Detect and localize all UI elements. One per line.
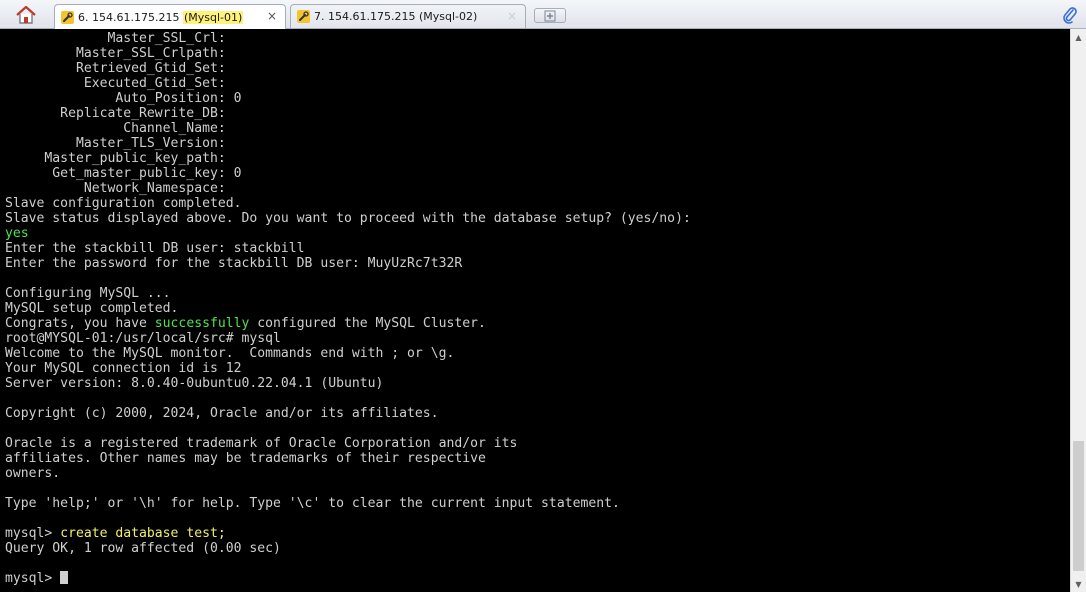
terminal-line: Configuring MySQL ... <box>5 286 171 301</box>
tab-session-label: (Mysql-01) <box>182 10 244 24</box>
shell-prompt-line: root@MYSQL-01:/usr/local/src# mysql <box>5 331 281 346</box>
terminal-line: Your MySQL connection id is 12 <box>5 361 242 376</box>
terminal-line: Server version: 8.0.40-0ubuntu0.22.04.1 … <box>5 376 384 391</box>
terminal-line: Copyright (c) 2000, 2024, Oracle and/or … <box>5 406 439 421</box>
home-button[interactable] <box>6 3 46 27</box>
terminal-line: Type 'help;' or '\h' for help. Type '\c'… <box>5 496 620 511</box>
terminal-line: owners. <box>5 466 61 481</box>
user-input-yes: yes <box>5 226 29 241</box>
tab-title: 7. 154.61.175.215 (Mysql-02) <box>314 10 478 23</box>
tab-bar: 6. 154.61.175.215 (Mysql-01) × 7. 154.61… <box>0 0 1086 29</box>
mysql-prompt: mysql> <box>5 571 61 586</box>
congrats-suffix: configured the MySQL Cluster. <box>249 316 486 331</box>
terminal-line: Auto_Position: 0 <box>5 91 242 106</box>
terminal-line: Enter the password for the stackbill DB … <box>5 256 463 271</box>
new-tab-button[interactable] <box>534 8 566 23</box>
mysql-prompt: mysql> <box>5 526 61 541</box>
terminal-line: affiliates. Other names may be trademark… <box>5 451 486 466</box>
paperclip-icon <box>1063 7 1077 24</box>
scroll-up-button[interactable]: ▲ <box>1071 29 1086 45</box>
tab-mysql-01[interactable]: 6. 154.61.175.215 (Mysql-01) × <box>54 4 286 29</box>
tab-close-button[interactable]: × <box>507 9 517 23</box>
terminal-line: Network_Namespace: <box>5 181 226 196</box>
attach-button[interactable] <box>1060 5 1080 25</box>
terminal-line: Executed_Gtid_Set: <box>5 76 226 91</box>
plus-icon <box>544 10 556 21</box>
terminal-line: Enter the stackbill DB user: stackbill <box>5 241 305 256</box>
mysql-command-line: mysql> create database test; <box>5 526 691 541</box>
scroll-down-button[interactable]: ▼ <box>1071 576 1086 592</box>
terminal-line: Master_TLS_Version: <box>5 136 226 151</box>
wrench-icon <box>61 10 74 24</box>
terminal-line: Slave configuration completed. <box>5 196 242 211</box>
tab-title: 6. 154.61.175.215 (Mysql-01) <box>78 10 244 24</box>
terminal-cursor <box>60 571 69 584</box>
active-prompt-line[interactable]: mysql> <box>5 571 691 586</box>
success-word: successfully <box>154 316 250 331</box>
tab-mysql-02[interactable]: 7. 154.61.175.215 (Mysql-02) × <box>290 4 526 28</box>
wrench-icon <box>297 10 310 23</box>
tab-close-button[interactable]: × <box>267 9 277 23</box>
terminal-line: Master_public_key_path: <box>5 151 226 166</box>
query-result: Query OK, 1 row affected (0.00 sec) <box>5 541 281 556</box>
terminal-line: Channel_Name: <box>5 121 226 136</box>
terminal-window[interactable]: Master_SSL_Crl: Master_SSL_Crlpath: Retr… <box>0 29 1070 592</box>
terminal-line: MySQL setup completed. <box>5 301 179 316</box>
terminal-line: Oracle is a registered trademark of Orac… <box>5 436 518 451</box>
terminal-line: Replicate_Rewrite_DB: <box>5 106 226 121</box>
terminal-line: Retrieved_Gtid_Set: <box>5 61 226 76</box>
terminal-line: Welcome to the MySQL monitor. Commands e… <box>5 346 455 361</box>
scroll-thumb[interactable] <box>1073 441 1084 571</box>
terminal-line: Get_master_public_key: 0 <box>5 166 242 181</box>
vertical-scrollbar[interactable]: ▲ ▼ <box>1070 29 1086 592</box>
terminal-line: Congrats, you have successfully configur… <box>5 316 691 331</box>
terminal-line: Master_SSL_Crl: <box>5 31 226 46</box>
terminal-output: Master_SSL_Crl: Master_SSL_Crlpath: Retr… <box>5 31 691 586</box>
congrats-prefix: Congrats, you have <box>5 316 155 331</box>
terminal-line: Slave status displayed above. Do you wan… <box>5 211 691 226</box>
home-icon <box>16 5 36 24</box>
mysql-command: create database test; <box>60 526 226 541</box>
terminal-line: Master_SSL_Crlpath: <box>5 46 226 61</box>
